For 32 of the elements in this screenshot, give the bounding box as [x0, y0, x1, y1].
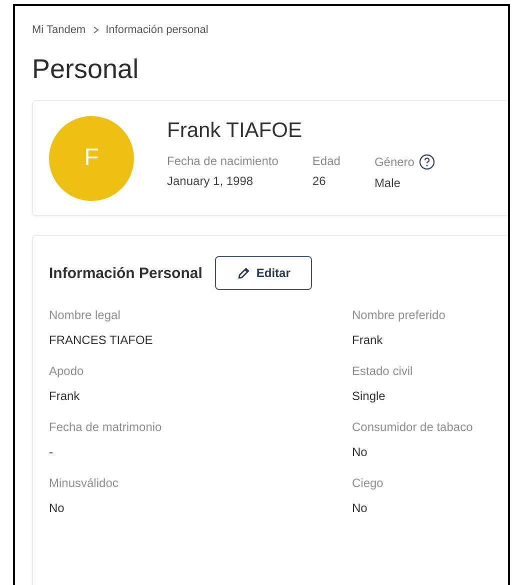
breadcrumb-link[interactable]: Mi Tandem: [32, 24, 86, 36]
field-label: Consumidor de tabaco: [352, 420, 474, 434]
fact-label: Edad: [312, 154, 340, 168]
field-value: Frank: [352, 333, 384, 347]
field-label: Ciego: [352, 476, 384, 490]
chevron-icon: [92, 26, 100, 34]
field-label: Nombre preferido: [352, 308, 446, 322]
section-title: Información Personal: [49, 264, 202, 282]
fact-label: Fecha de nacimiento: [167, 154, 278, 168]
help-icon[interactable]: [419, 154, 436, 170]
field-label: Minusválidoc: [49, 476, 120, 490]
field-value: No: [352, 445, 368, 459]
field-label: Estado civil: [352, 364, 414, 378]
field-value: -: [49, 445, 54, 459]
fact-label: Género: [374, 154, 414, 168]
field-value: No: [352, 501, 368, 515]
fact-value: Male: [374, 176, 402, 190]
pencil-icon: [237, 266, 250, 280]
fact-value: January 1, 1998: [167, 174, 254, 188]
field-label: Fecha de matrimonio: [49, 420, 163, 434]
field-value: FRANCES TIAFOE: [49, 333, 154, 347]
field-label: Apodo: [49, 364, 85, 378]
field-value: Frank: [49, 389, 81, 403]
edit-button[interactable]: Editar: [215, 256, 312, 290]
page-title: Personal: [32, 53, 140, 86]
field-value: Single: [352, 389, 386, 403]
field-value: No: [49, 501, 66, 515]
field-label: Nombre legal: [49, 308, 122, 322]
person-name: Frank TIAFOE: [167, 118, 303, 142]
breadcrumb-current: Información personal: [106, 24, 208, 36]
fact-value: 26: [312, 174, 327, 188]
avatar: F: [49, 116, 134, 200]
